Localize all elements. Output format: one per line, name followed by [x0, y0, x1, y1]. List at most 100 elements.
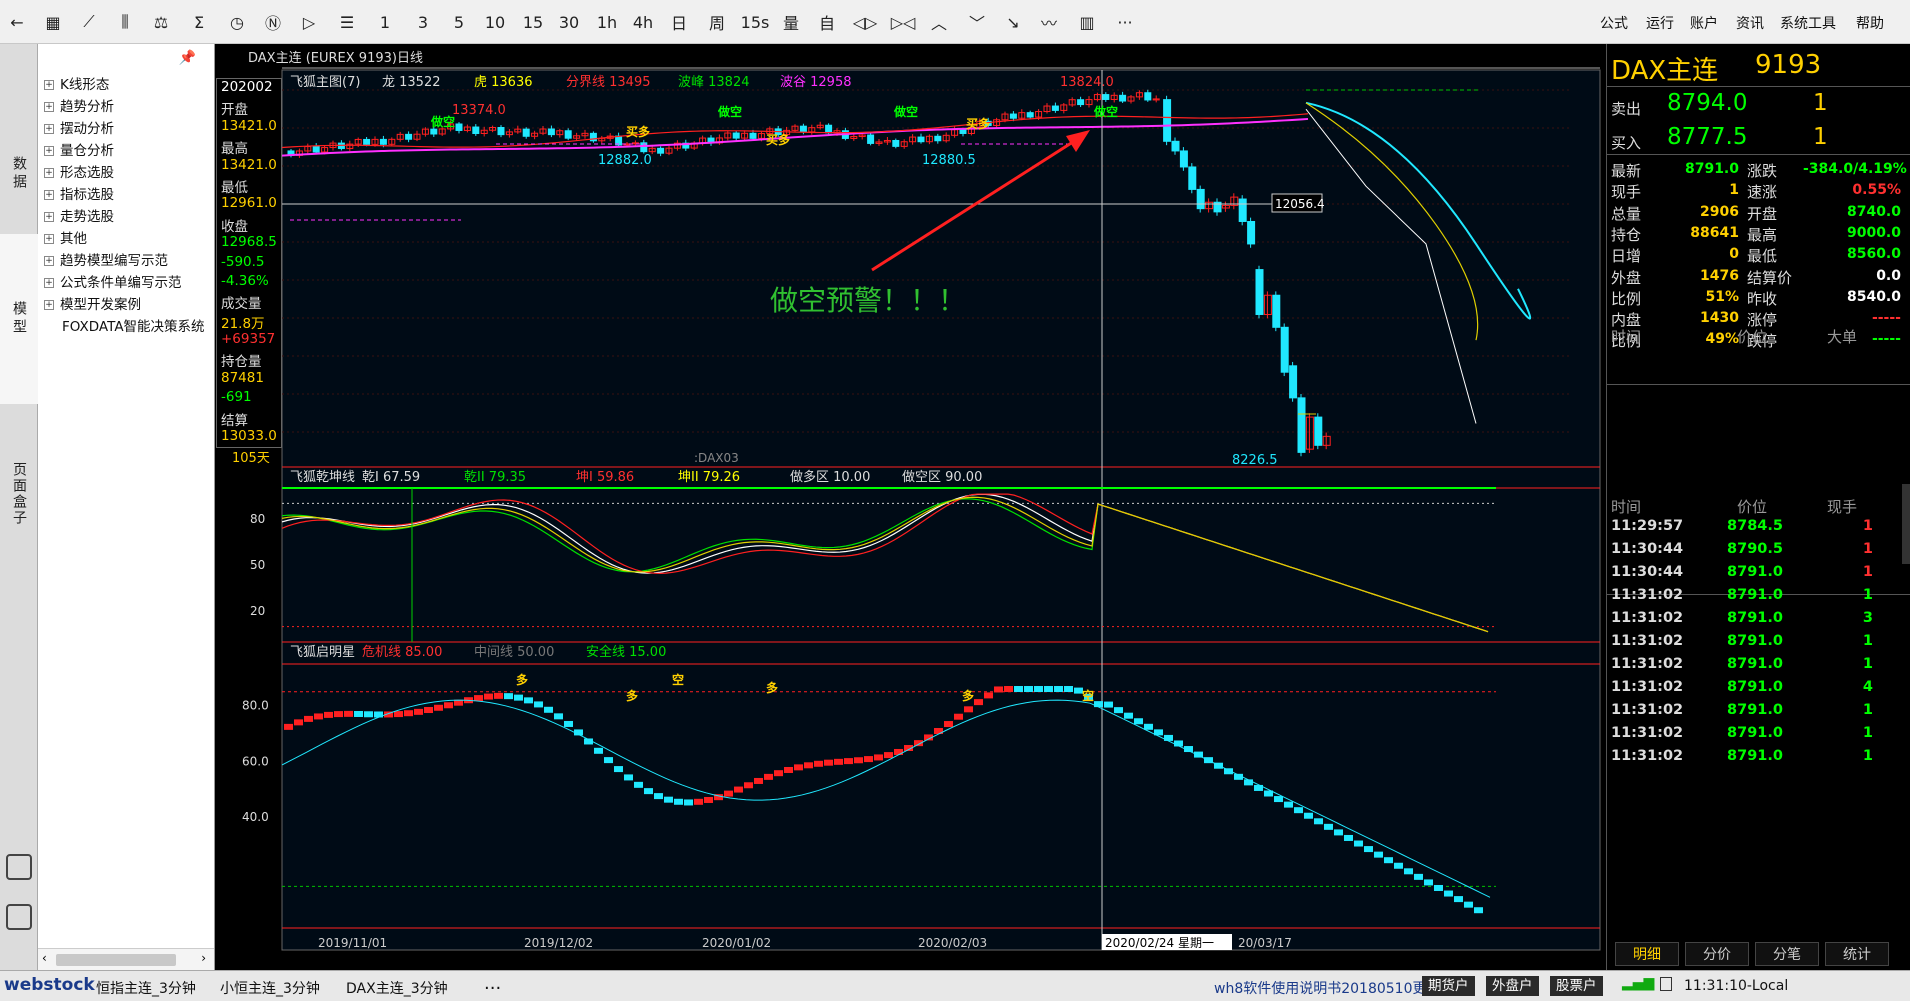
expand-plus-icon[interactable]: +	[44, 190, 54, 200]
scroll-right-icon[interactable]: ›	[201, 951, 206, 965]
candle-body	[1051, 105, 1059, 111]
period-volume[interactable]: 量	[776, 8, 806, 36]
menu-account[interactable]: 账户	[1690, 13, 1718, 33]
high-label: 13374.0	[452, 103, 506, 118]
status-tab-mhi[interactable]: 小恒主连_3分钟	[220, 978, 320, 998]
stock-account-button[interactable]: 股票户	[1550, 976, 1603, 996]
step-bar	[524, 697, 533, 704]
line-chart-icon[interactable]: ⟋	[74, 8, 104, 36]
adjust-icon[interactable]: ⚖	[146, 8, 176, 36]
news-icon[interactable]: Ⓝ	[258, 8, 288, 36]
period-5[interactable]: 5	[444, 8, 474, 36]
expand-plus-icon[interactable]: +	[44, 300, 54, 310]
tab-model[interactable]: 模型	[0, 234, 38, 404]
expand-plus-icon[interactable]: +	[44, 256, 54, 266]
info-value: 开盘	[221, 102, 248, 119]
tree-item[interactable]: + 公式条件单编写示范	[38, 272, 214, 294]
step-bar	[1394, 862, 1403, 869]
edit-icon[interactable]	[6, 904, 32, 930]
tab-pagebox[interactable]: 页面盒子	[0, 414, 38, 574]
status-tab-hsi[interactable]: 恒指主连_3分钟	[96, 978, 196, 998]
expand-plus-icon[interactable]: +	[44, 124, 54, 134]
expand-icon[interactable]: ◁▷	[850, 8, 880, 36]
tree-item[interactable]: + K线形态	[38, 74, 214, 96]
pin-icon[interactable]: 📌	[179, 50, 196, 66]
tree-item[interactable]: + 形态选股	[38, 162, 214, 184]
arrow-icon[interactable]: ↘	[998, 8, 1028, 36]
tree-item[interactable]: + 量仓分析	[38, 140, 214, 162]
step-bar	[1434, 884, 1443, 891]
tree-item[interactable]: + 其他	[38, 228, 214, 250]
period-3[interactable]: 3	[408, 8, 438, 36]
period-week[interactable]: 周	[702, 8, 732, 36]
menu-formula[interactable]: 公式	[1600, 13, 1628, 33]
detail-tab[interactable]: 明细	[1615, 942, 1679, 966]
play-icon[interactable]: ▷	[294, 8, 324, 36]
detail-tab[interactable]: 统计	[1825, 942, 1889, 966]
bar-icon[interactable]: ▥	[1072, 8, 1102, 36]
x-axis-date: 2019/12/02	[524, 936, 593, 950]
legend-item: 飞狐乾坤线	[290, 470, 355, 485]
tree-item[interactable]: + 趋势模型编写示范	[38, 250, 214, 272]
scroll-left-icon[interactable]: ‹	[42, 951, 47, 965]
scroll-thumb[interactable]	[56, 954, 176, 966]
expand-plus-icon[interactable]: +	[44, 80, 54, 90]
tree-item[interactable]: FOXDATA智能决策系统	[38, 316, 214, 338]
tree-horizontal-scrollbar[interactable]: ‹ ›	[38, 948, 214, 970]
foreign-account-button[interactable]: 外盘户	[1486, 976, 1539, 996]
tree-item[interactable]: + 走势选股	[38, 206, 214, 228]
info-value: 持仓量	[221, 354, 262, 371]
down-icon[interactable]: ﹀	[962, 8, 992, 36]
document-icon[interactable]: ☰	[332, 8, 362, 36]
back-arrow-icon[interactable]: ←	[2, 8, 32, 36]
period-4h[interactable]: 4h	[628, 8, 658, 36]
period-30[interactable]: 30	[554, 8, 584, 36]
candle-body	[1009, 113, 1017, 119]
step-bar	[474, 695, 483, 702]
menu-run[interactable]: 运行	[1646, 13, 1674, 33]
grid-icon[interactable]: ▦	[38, 8, 68, 36]
menu-system-tools[interactable]: 系统工具	[1780, 13, 1836, 33]
chart-svg[interactable]: 飞狐主图(7) 龙 13522 虎 13636 分界线 13495 波峰 13824 波谷…	[216, 44, 1606, 970]
status-tab-dax[interactable]: DAX主连_3分钟	[346, 978, 448, 998]
period-custom[interactable]: 自	[812, 8, 842, 36]
menu-help[interactable]: 帮助	[1856, 13, 1884, 33]
step-bar	[874, 754, 883, 761]
tree-item[interactable]: + 趋势分析	[38, 96, 214, 118]
expand-plus-icon[interactable]: +	[44, 146, 54, 156]
side-scroll-handle[interactable]	[1902, 484, 1910, 564]
collapse-icon[interactable]: ▷◁	[888, 8, 918, 36]
period-10[interactable]: 10	[480, 8, 510, 36]
sigma-icon[interactable]: Σ	[184, 8, 214, 36]
expand-plus-icon[interactable]: +	[44, 102, 54, 112]
expand-plus-icon[interactable]: +	[44, 234, 54, 244]
status-more[interactable]: ...	[484, 973, 501, 994]
period-1[interactable]: 1	[370, 8, 400, 36]
expand-plus-icon[interactable]: +	[44, 278, 54, 288]
period-15s[interactable]: 15s	[740, 8, 770, 36]
expand-plus-icon[interactable]: +	[44, 212, 54, 222]
step-bar	[674, 798, 683, 805]
tree-item[interactable]: + 指标选股	[38, 184, 214, 206]
menu-news[interactable]: 资讯	[1736, 13, 1764, 33]
more-icon[interactable]: ···	[1110, 8, 1140, 36]
wave-icon[interactable]: 〰	[1034, 8, 1064, 36]
detail-tab[interactable]: 分笔	[1755, 942, 1819, 966]
candle-icon[interactable]: ⫼	[110, 8, 140, 36]
formula-icon[interactable]	[6, 854, 32, 880]
tree-item[interactable]: + 摆动分析	[38, 118, 214, 140]
period-15[interactable]: 15	[518, 8, 548, 36]
period-day[interactable]: 日	[664, 8, 694, 36]
clock-icon[interactable]: ◷	[222, 8, 252, 36]
futures-account-button[interactable]: 期货户	[1422, 976, 1475, 996]
candle-body	[564, 130, 572, 139]
tree-item[interactable]: + 模型开发案例	[38, 294, 214, 316]
status-notice[interactable]: wh8软件使用说明书20180510更新了	[1214, 978, 1455, 998]
kline-chart[interactable]: 飞狐主图(7) 龙 13522 虎 13636 分界线 13495 波峰 13824 波谷…	[216, 44, 1606, 970]
detail-tab[interactable]: 分价	[1685, 942, 1749, 966]
tick-price: 8790.5	[1727, 541, 1783, 557]
expand-plus-icon[interactable]: +	[44, 168, 54, 178]
up-icon[interactable]: ︿	[924, 8, 954, 36]
tab-data-label: 数据	[11, 156, 27, 192]
period-1h[interactable]: 1h	[592, 8, 622, 36]
